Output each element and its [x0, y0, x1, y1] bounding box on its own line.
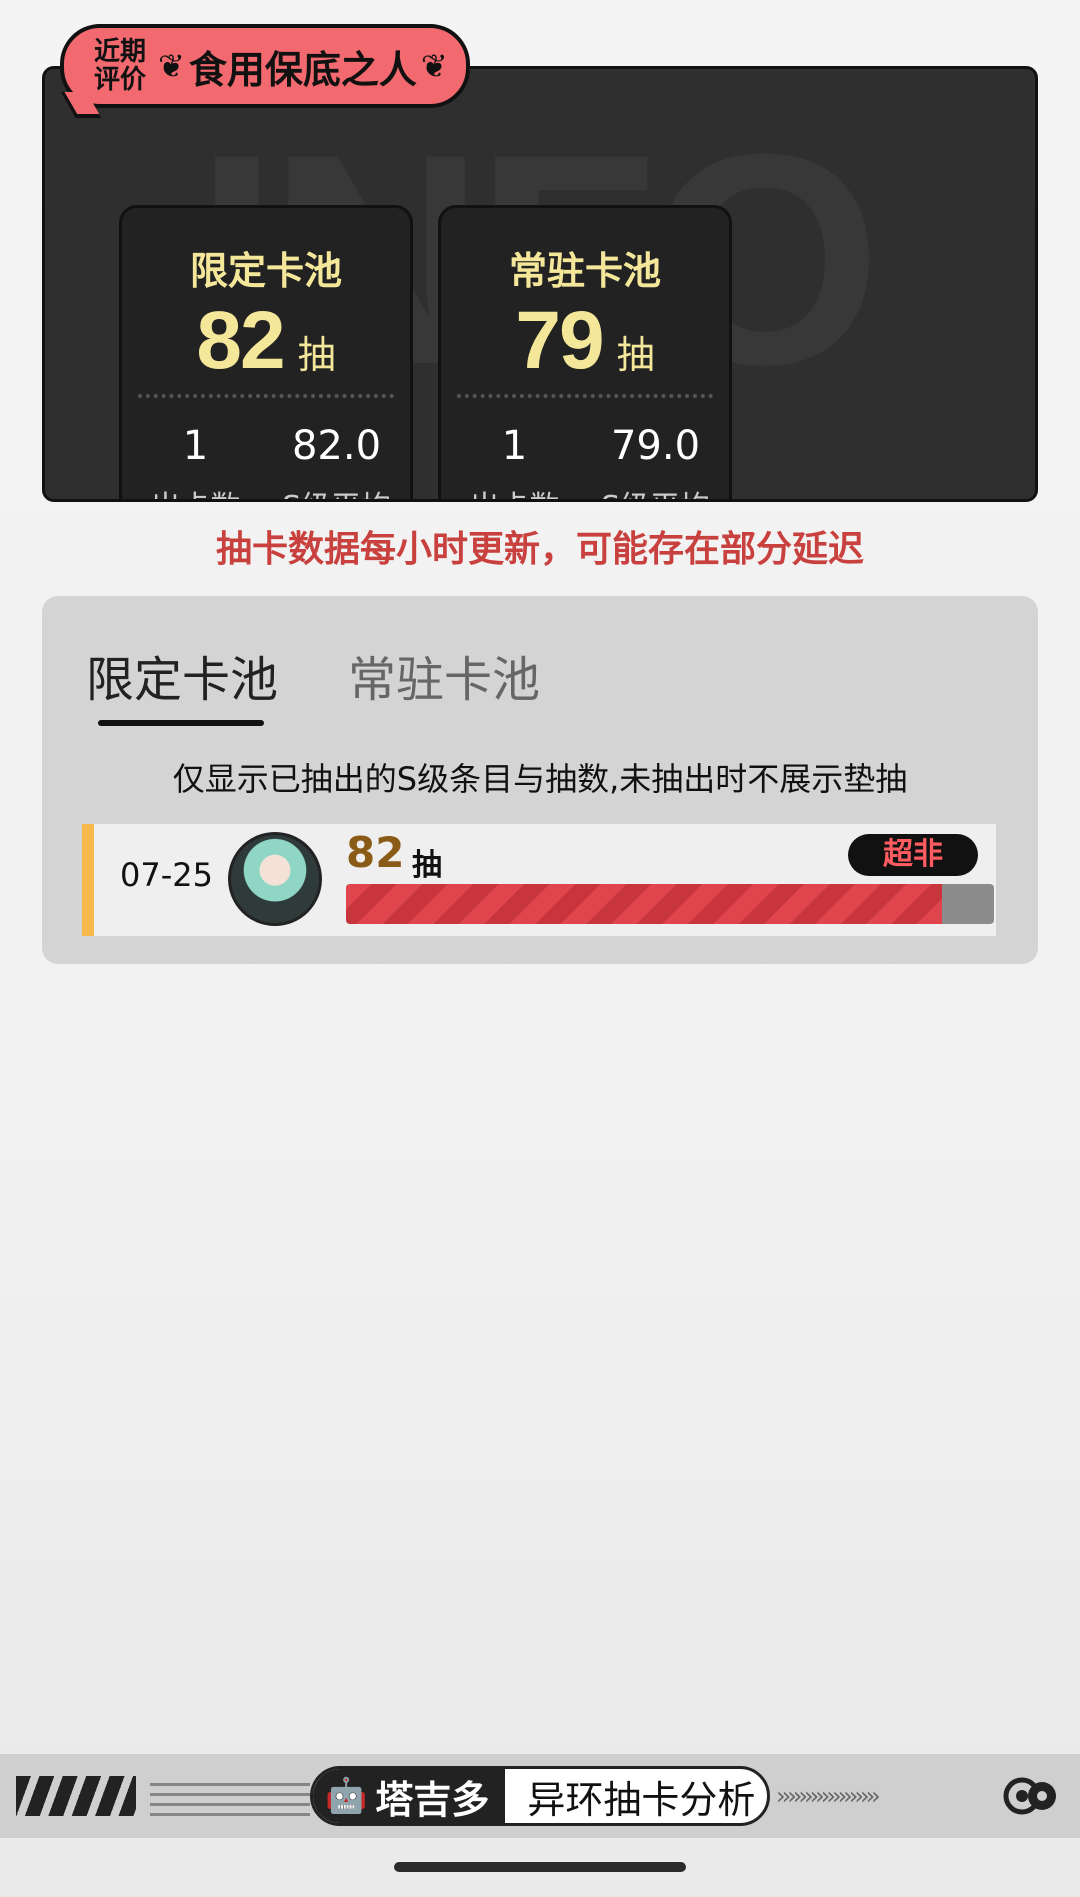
pool-name: 常驻卡池 — [508, 249, 661, 293]
update-notice: 抽卡数据每小时更新，可能存在部分延迟 — [215, 529, 864, 570]
pull-count-row: 82 抽 — [122, 296, 410, 386]
s-average-label: S级平均 — [582, 482, 729, 499]
card-count-label: 出卡数 — [441, 482, 588, 499]
standard-pool-summary: 常驻卡池 79 抽 1 出卡数 79.0 S级平均 — [438, 205, 732, 499]
s-average-value: 79.0 — [610, 423, 701, 469]
record-pull-count: 82 — [346, 828, 405, 877]
character-avatar — [228, 832, 322, 926]
summary-card: INFO 限定卡池 82 抽 1 出卡数 82.0 S级平均 常驻卡池 79 抽… — [42, 66, 1038, 502]
active-tab-indicator — [98, 720, 264, 726]
chevrons-icon: ›››››››››››››››››› — [776, 1782, 881, 1810]
s-average-stat: 82.0 S级平均 — [263, 422, 410, 499]
tab-standard-pool[interactable]: 常驻卡池 — [348, 640, 540, 710]
laurel-right-icon: ❦ — [420, 47, 448, 85]
pull-unit: 抽 — [616, 333, 655, 377]
game-logo-icon — [16, 1776, 136, 1816]
brand-name: 塔吉多 — [375, 1777, 490, 1822]
s-average-label: S级平均 — [263, 482, 410, 499]
decorative-text-icon — [150, 1776, 310, 1816]
tab-limited-pool[interactable]: 限定卡池 — [86, 640, 278, 710]
brand-pill: 🤖 塔吉多 异环抽卡分析 — [310, 1766, 770, 1826]
limited-pool-summary: 限定卡池 82 抽 1 出卡数 82.0 S级平均 — [119, 205, 413, 499]
record-date: 07-25 — [120, 856, 213, 894]
card-count-stat: 1 出卡数 — [441, 422, 588, 499]
rating-label: 近期评价 — [93, 37, 146, 95]
pull-progress-bar — [346, 884, 994, 924]
brand-subtitle: 异环抽卡分析 — [527, 1777, 756, 1822]
pull-unit: 抽 — [297, 333, 336, 377]
pull-count-row: 79 抽 — [441, 296, 729, 386]
brand-logo: 🤖 塔吉多 — [313, 1769, 506, 1823]
divider — [457, 394, 713, 398]
luck-badge: 超非 — [848, 834, 978, 876]
card-count-value: 1 — [182, 423, 209, 469]
card-count-label: 出卡数 — [122, 482, 269, 499]
card-count-value: 1 — [501, 423, 528, 469]
home-indicator[interactable] — [394, 1862, 686, 1872]
s-average-value: 82.0 — [291, 423, 382, 469]
s-average-stat: 79.0 S级平均 — [582, 422, 729, 499]
card-count-stat: 1 出卡数 — [122, 422, 269, 499]
rating-tag: 近期评价 ❦ 食用保底之人 ❦ — [60, 24, 470, 118]
divider — [138, 394, 394, 398]
pool-name: 限定卡池 — [189, 249, 342, 293]
laurel-left-icon: ❦ — [158, 47, 185, 85]
footer-banner: 🤖 塔吉多 异环抽卡分析 ›››››››››››››››››› — [0, 1754, 1080, 1838]
pull-count: 79 — [515, 295, 604, 386]
pull-progress-fill — [346, 884, 943, 924]
rings-icon — [1003, 1777, 1056, 1815]
list-item[interactable]: 07-25 82 抽 超非 — [82, 824, 996, 936]
rating-title: 食用保底之人 — [188, 47, 417, 92]
history-panel: 限定卡池 常驻卡池 仅显示已抽出的S级条目与抽数,未抽出时不展示垫抽 07-25… — [42, 596, 1038, 964]
pool-tabs: 限定卡池 常驻卡池 — [86, 640, 610, 710]
record-pull-unit: 抽 — [412, 848, 442, 883]
history-note: 仅显示已抽出的S级条目与抽数,未抽出时不展示垫抽 — [172, 760, 908, 798]
pull-count: 82 — [196, 295, 285, 386]
robot-icon: 🤖 — [325, 1776, 368, 1816]
